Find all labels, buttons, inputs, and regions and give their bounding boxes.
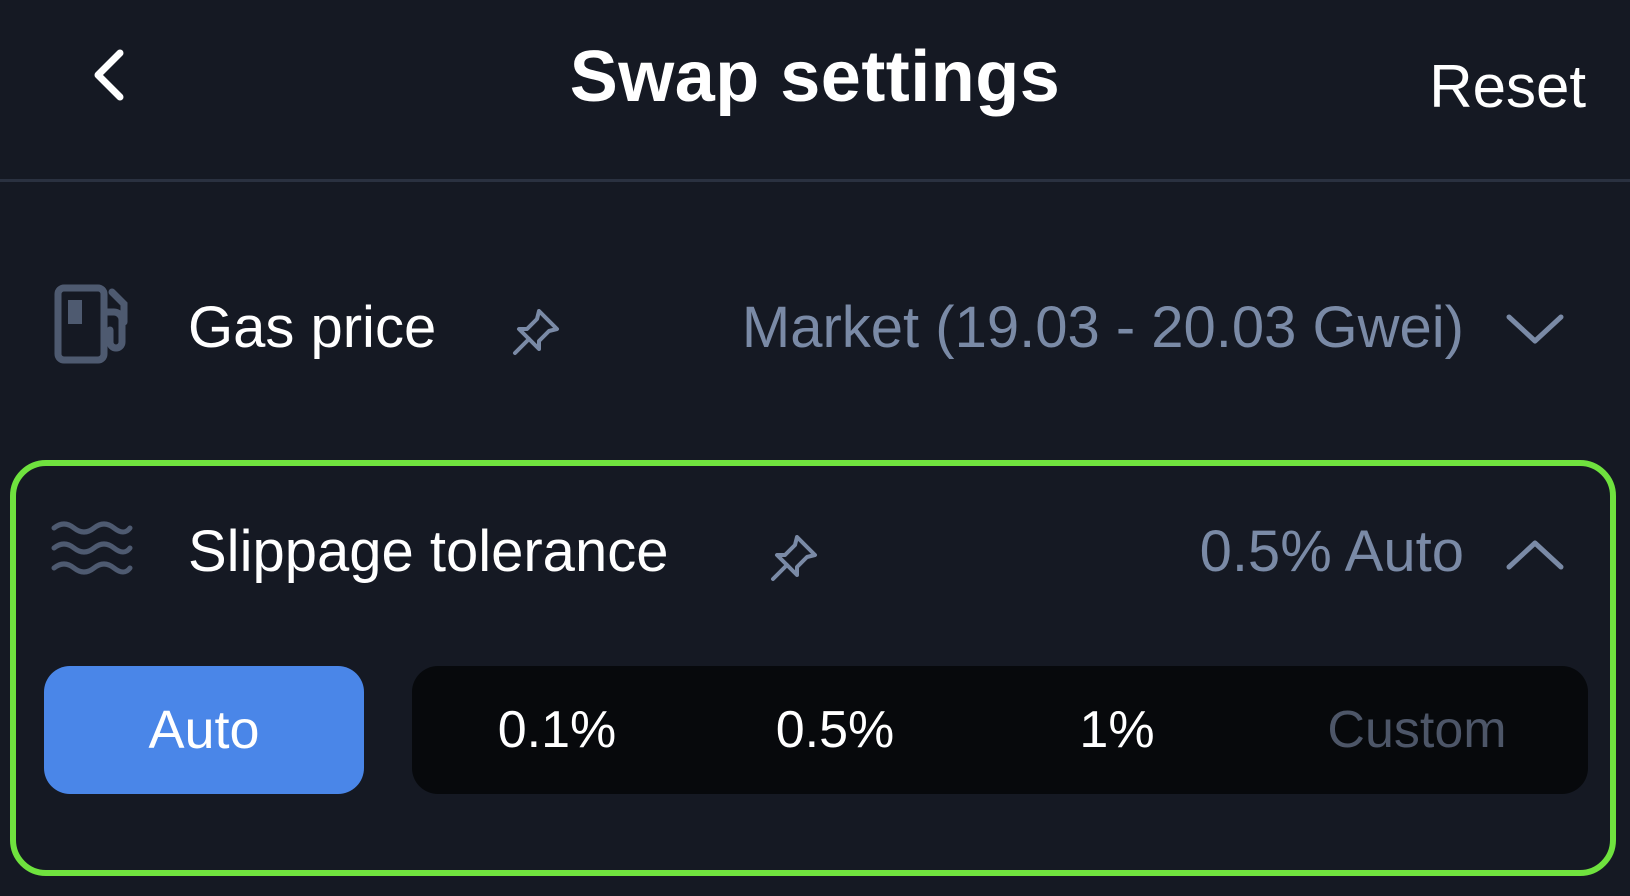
slippage-option-0-5[interactable]: 0.5% [730, 666, 940, 794]
waves-icon [50, 506, 134, 590]
slippage-tolerance-value[interactable]: 0.5% Auto [1200, 518, 1464, 585]
pin-icon[interactable] [508, 304, 564, 360]
gas-price-row[interactable]: Gas price Market (19.03 - 20.03 Gwei) [0, 268, 1630, 388]
gas-price-value[interactable]: Market (19.03 - 20.03 Gwei) [742, 294, 1464, 361]
slippage-auto-button[interactable]: Auto [44, 666, 364, 794]
chevron-up-icon[interactable] [1500, 530, 1570, 580]
slippage-custom-input[interactable]: Custom [1282, 666, 1552, 794]
slippage-option-0-1[interactable]: 0.1% [452, 666, 662, 794]
chevron-down-icon[interactable] [1500, 304, 1570, 354]
slippage-option-1[interactable]: 1% [1012, 666, 1222, 794]
slippage-options-group: 0.1% 0.5% 1% Custom [412, 666, 1588, 794]
pin-icon[interactable] [766, 530, 822, 586]
gas-price-label: Gas price [188, 295, 437, 360]
gas-pump-icon [50, 282, 134, 366]
reset-button[interactable]: Reset [1429, 52, 1586, 121]
header: Swap settings Reset [0, 0, 1630, 182]
slippage-tolerance-row[interactable]: Slippage tolerance 0.5% Auto [0, 490, 1630, 610]
slippage-tolerance-label: Slippage tolerance [188, 519, 669, 584]
swap-settings-screen: Swap settings Reset Gas price Market (19… [0, 0, 1630, 896]
page-title: Swap settings [569, 37, 1061, 117]
